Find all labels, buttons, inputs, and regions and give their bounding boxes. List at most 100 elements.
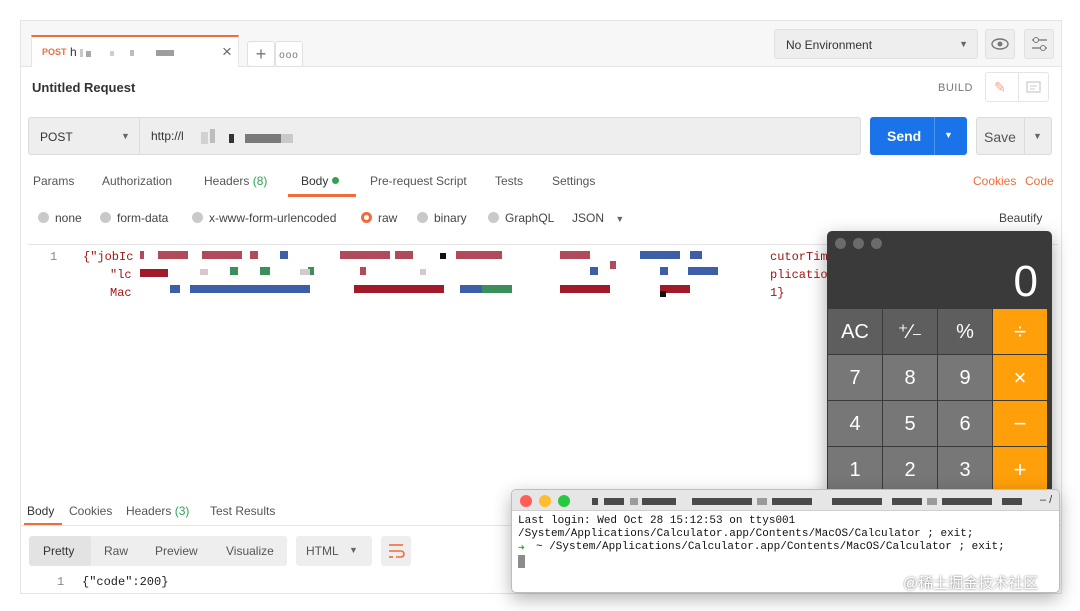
terminal-cursor <box>518 555 525 568</box>
key-5[interactable]: 5 <box>883 401 938 447</box>
response-tab-cookies[interactable]: Cookies <box>69 504 112 518</box>
key-9[interactable]: 9 <box>938 355 993 401</box>
view-raw-button[interactable]: Raw <box>104 544 128 558</box>
tab-authorization[interactable]: Authorization <box>102 174 172 188</box>
sliders-icon <box>1032 37 1047 51</box>
code-line-3: Mac <box>110 286 132 300</box>
code-link[interactable]: Code <box>1025 174 1054 188</box>
key-4[interactable]: 4 <box>828 401 883 447</box>
wrap-icon <box>389 544 405 558</box>
body-format-select[interactable]: JSON ▼ <box>572 211 624 225</box>
chevron-down-icon: ▼ <box>615 214 625 224</box>
code-line-2-tail: plication <box>770 268 835 282</box>
response-format-select[interactable]: HTML ▼ <box>296 536 372 566</box>
method-label: POST <box>40 130 73 144</box>
eye-icon <box>991 38 1009 50</box>
tab-method-label: POST <box>42 47 67 57</box>
line-number: 1 <box>50 250 58 264</box>
radio-binary-label: binary <box>434 211 467 225</box>
radio-none-label: none <box>55 211 82 225</box>
key-2[interactable]: 2 <box>883 447 938 493</box>
wrap-lines-button[interactable] <box>381 536 411 566</box>
request-tab[interactable]: POST h × <box>31 35 239 67</box>
tab-prerequest-script[interactable]: Pre-request Script <box>370 174 467 188</box>
close-window-button[interactable] <box>835 238 846 249</box>
send-button[interactable]: Send ▼ <box>870 117 967 155</box>
url-input[interactable]: http://l <box>151 129 184 143</box>
terminal-title-bar[interactable]: – / <box>512 490 1059 511</box>
zoom-window-button[interactable] <box>871 238 882 249</box>
new-tab-button[interactable]: + <box>247 41 275 67</box>
view-pretty-label: Pretty <box>43 544 75 558</box>
response-tab-headers[interactable]: Headers (3) <box>126 504 189 518</box>
url-bar: POST ▼ http://l <box>28 117 861 155</box>
key-7[interactable]: 7 <box>828 355 883 401</box>
key-plus-minus[interactable]: ⁺∕₋ <box>883 309 938 355</box>
more-tabs-button[interactable]: ooo <box>275 41 303 67</box>
radio-none[interactable]: none <box>38 211 82 225</box>
radio-icon <box>100 212 111 223</box>
environment-selector[interactable]: No Environment ▼ <box>774 29 978 59</box>
plus-icon: + <box>255 44 267 64</box>
minimize-window-button[interactable] <box>539 495 551 507</box>
radio-urlencoded-label: x-www-form-urlencoded <box>209 211 337 225</box>
key-8[interactable]: 8 <box>883 355 938 401</box>
key-3[interactable]: 3 <box>938 447 993 493</box>
close-tab-icon[interactable]: × <box>222 42 232 62</box>
code-line-2: "lc <box>110 268 132 282</box>
chevron-down-icon[interactable]: ▼ <box>944 130 953 140</box>
save-button[interactable]: Save ▼ <box>976 117 1052 155</box>
terminal-line-2: /System/Applications/Calculator.app/Cont… <box>518 528 974 540</box>
redacted-text <box>80 47 180 57</box>
tab-body-label: Body <box>301 174 329 188</box>
radio-urlencoded[interactable]: x-www-form-urlencoded <box>192 211 336 225</box>
view-visualize-button[interactable]: Visualize <box>226 544 274 558</box>
radio-raw-label: raw <box>378 211 398 225</box>
tab-settings[interactable]: Settings <box>552 174 595 188</box>
response-view-modes: Pretty Raw Preview Visualize <box>29 536 287 566</box>
cookies-link[interactable]: Cookies <box>973 174 1016 188</box>
key-clear[interactable]: AC <box>828 309 883 355</box>
beautify-link[interactable]: Beautify <box>999 211 1042 225</box>
method-selector[interactable]: POST ▼ <box>29 118 140 154</box>
key-add[interactable]: + <box>993 447 1048 493</box>
key-1[interactable]: 1 <box>828 447 883 493</box>
tab-params[interactable]: Params <box>33 174 74 188</box>
response-tab-test-results[interactable]: Test Results <box>210 504 275 518</box>
tab-tests[interactable]: Tests <box>495 174 523 188</box>
radio-selected-icon <box>361 212 372 223</box>
radio-icon <box>38 212 49 223</box>
zoom-window-button[interactable] <box>558 495 570 507</box>
radio-binary[interactable]: binary <box>417 211 467 225</box>
view-preview-button[interactable]: Preview <box>155 544 198 558</box>
calculator-display: 0 <box>1013 257 1038 306</box>
key-divide[interactable]: ÷ <box>993 309 1048 355</box>
headers-count: (8) <box>252 174 268 188</box>
key-percent[interactable]: % <box>938 309 993 355</box>
response-tab-body[interactable]: Body <box>27 504 54 518</box>
radio-form-data[interactable]: form-data <box>100 211 168 225</box>
comment-icon[interactable] <box>1026 80 1042 96</box>
radio-graphql[interactable]: GraphQL <box>488 211 554 225</box>
response-body-content: {"code":200} <box>82 575 169 589</box>
divider <box>1024 118 1025 154</box>
close-window-button[interactable] <box>520 495 532 507</box>
divider <box>1018 73 1019 101</box>
minimize-window-button[interactable] <box>853 238 864 249</box>
key-subtract[interactable]: − <box>993 401 1048 447</box>
tab-headers[interactable]: Headers (8) <box>204 174 267 188</box>
manage-environments-button[interactable] <box>1024 29 1054 59</box>
code-line-3-tail: 1} <box>770 286 785 300</box>
build-mode-label[interactable]: BUILD <box>938 82 973 94</box>
chevron-down-icon: ▼ <box>121 131 130 141</box>
tab-body[interactable]: Body <box>301 174 340 188</box>
chevron-down-icon[interactable]: ▼ <box>1033 131 1042 141</box>
environment-quick-look-button[interactable] <box>985 29 1015 59</box>
calculator-window: 0 AC ⁺∕₋ % ÷ 7 8 9 × 4 5 6 − 1 2 3 + <box>827 231 1052 493</box>
code-line-1-tail: cutorTime <box>770 250 835 264</box>
radio-raw[interactable]: raw <box>361 211 397 225</box>
key-multiply[interactable]: × <box>993 355 1048 401</box>
chevron-down-icon: ▼ <box>349 545 358 555</box>
key-6[interactable]: 6 <box>938 401 993 447</box>
pencil-icon[interactable]: ✎ <box>994 79 1006 96</box>
